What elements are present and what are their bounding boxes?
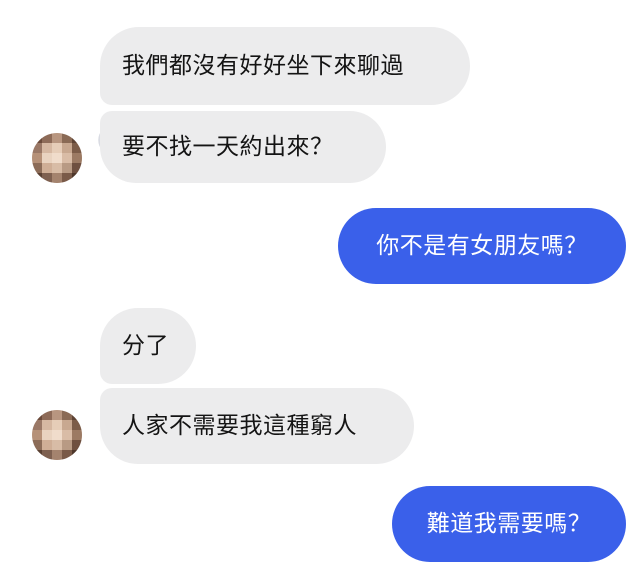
contact-avatar[interactable] <box>32 133 82 183</box>
message-bubble-incoming[interactable]: 要不找一天約出來？ <box>100 111 386 183</box>
message-text: 你不是有女朋友嗎？ <box>376 232 588 259</box>
message-text: 我們都沒有好好坐下來聊過 <box>122 52 404 79</box>
contact-avatar[interactable] <box>32 410 82 460</box>
message-bubble-incoming[interactable]: 人家不需要我這種窮人 <box>100 388 414 464</box>
message-bubble-outgoing[interactable]: 你不是有女朋友嗎？ <box>338 208 626 284</box>
message-bubble-incoming[interactable]: 我們都沒有好好坐下來聊過 <box>100 27 470 105</box>
message-text: 人家不需要我這種窮人 <box>122 412 357 439</box>
message-text: 分了 <box>122 332 169 359</box>
message-bubble-incoming[interactable]: 分了 <box>100 308 196 384</box>
message-text: 要不找一天約出來？ <box>122 133 334 160</box>
message-bubble-outgoing[interactable]: 難道我需要嗎？ <box>392 486 626 562</box>
message-text: 難道我需要嗎？ <box>426 510 592 537</box>
